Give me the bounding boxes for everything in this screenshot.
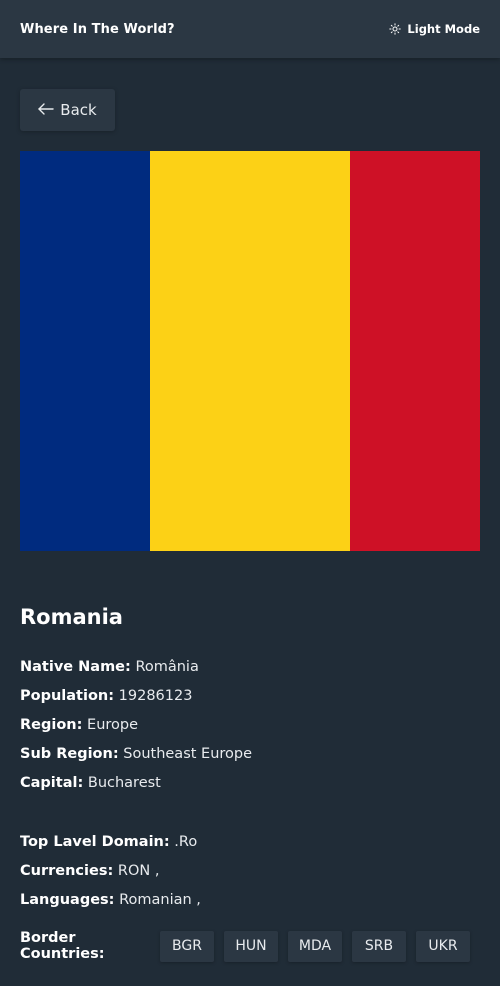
- back-button[interactable]: Back: [20, 89, 115, 131]
- capital-label: Capital:: [20, 775, 84, 791]
- border-countries-label: Border Countries:: [20, 930, 105, 962]
- tld-value: .Ro: [174, 834, 198, 850]
- border-countries: Border Countries: BGR HUN MDA SRB UKR: [20, 930, 480, 962]
- sun-icon: [389, 23, 402, 35]
- region-value: Europe: [87, 717, 139, 733]
- back-button-label: Back: [60, 101, 97, 119]
- native-name-label: Native Name:: [20, 659, 131, 675]
- tld-row: Top Lavel Domain: .Ro: [20, 828, 480, 857]
- population-label: Population:: [20, 688, 115, 704]
- capital-row: Capital: Bucharest: [20, 769, 480, 798]
- border-country-ukr[interactable]: UKR: [416, 930, 470, 962]
- currencies-label: Currencies:: [20, 863, 114, 879]
- sub-region-value: Southeast Europe: [123, 746, 253, 762]
- border-country-mda[interactable]: MDA: [288, 930, 342, 962]
- sub-region-label: Sub Region:: [20, 746, 119, 762]
- region-row: Region: Europe: [20, 711, 480, 740]
- theme-toggle-label: Light Mode: [407, 22, 480, 36]
- flag-band-red: [350, 151, 480, 551]
- native-name-value: România: [135, 659, 199, 675]
- country-detail: Back Romania Native Name: România Popula…: [0, 89, 500, 962]
- app-header: Where In The World? Light Mode: [0, 0, 500, 58]
- native-name-row: Native Name: România: [20, 653, 480, 682]
- border-country-srb[interactable]: SRB: [352, 930, 406, 962]
- population-row: Population: 19286123: [20, 682, 480, 711]
- capital-value: Bucharest: [87, 775, 161, 791]
- languages-label: Languages:: [20, 892, 115, 908]
- languages-value: Romanian ,: [119, 892, 201, 908]
- flag-band-blue: [20, 151, 150, 551]
- sub-region-row: Sub Region: Southeast Europe: [20, 740, 480, 769]
- arrow-left-icon: [38, 101, 54, 119]
- flag-band-yellow: [150, 151, 350, 551]
- country-name: Romania: [20, 605, 123, 629]
- theme-toggle-button[interactable]: Light Mode: [389, 22, 480, 36]
- population-value: 19286123: [118, 688, 193, 704]
- currencies-row: Currencies: RON ,: [20, 857, 480, 886]
- tld-label: Top Lavel Domain:: [20, 834, 170, 850]
- app-title: Where In The World?: [20, 21, 175, 37]
- languages-row: Languages: Romanian ,: [20, 886, 480, 915]
- border-country-bgr[interactable]: BGR: [160, 930, 214, 962]
- currencies-value: RON ,: [117, 863, 160, 879]
- country-flag: [20, 151, 480, 551]
- region-label: Region:: [20, 717, 83, 733]
- border-country-hun[interactable]: HUN: [224, 930, 278, 962]
